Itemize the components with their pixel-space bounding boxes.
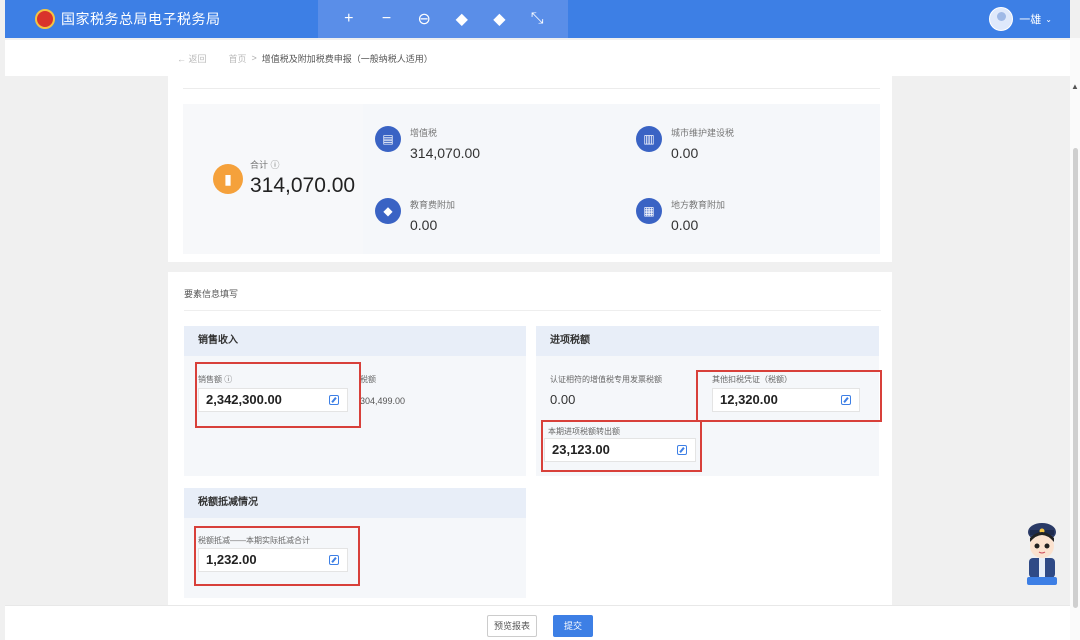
site-logo[interactable]: 国家税务总局电子税务局 [35,9,221,29]
total-block: ▮ 合计 ⓘ 314,070.00 [183,104,363,254]
certified-invoice-label: 认证相符的增值税专用发票税额 [550,375,662,384]
stat-vat: ▤ 增值税 314,070.00 [375,126,480,161]
stat-label: 城市维护建设税 [671,128,735,138]
brand-title: 国家税务总局电子税务局 [61,11,221,27]
rotate-left-icon[interactable]: ◆ [451,9,473,29]
receipt-icon: ▤ [375,126,401,152]
rotate-right-icon[interactable]: ◆ [488,9,510,29]
stat-value: 0.00 [410,217,438,233]
total-value: 314,070.00 [250,174,356,197]
footer-action-bar: 预览报表 提交 [5,605,1070,640]
divider [184,310,881,311]
tax-amount-label: 税额 [360,375,376,384]
zoom-out-icon[interactable]: − [375,10,397,28]
breadcrumb-separator: > [251,53,257,63]
user-menu[interactable]: 一雄 ⌄ [989,7,1052,31]
tax-amount-value: 304,499.00 [360,396,406,406]
breadcrumb: ← 返回 首页 > 增值税及附加税费申报（一般纳税人适用） [5,40,1070,76]
highlight-box [541,420,702,472]
panel-title: 进项税额 [536,326,879,356]
graduation-cap-icon: ◆ [375,198,401,224]
stat-label: 教育费附加 [410,200,456,210]
stat-label: 增值税 [410,128,438,138]
top-header: 国家税务总局电子税务局 + − ⊖ ◆ ◆ ⤡ 一雄 ⌄ [5,0,1070,38]
page-scrollbar[interactable]: ▲ [1070,38,1080,640]
scroll-up-icon[interactable]: ▲ [1071,82,1079,91]
panel-title: 税额抵减情况 [184,488,526,518]
total-label: 合计 ⓘ [250,160,280,170]
preview-report-button[interactable]: 预览报表 [487,615,537,637]
avatar[interactable] [989,7,1014,31]
image-viewer-toolbar: + − ⊖ ◆ ◆ ⤡ [318,0,568,38]
stat-local-education: ▦ 地方教育附加 0.00 [636,198,725,233]
breadcrumb-home[interactable]: 首页 [229,52,247,65]
chevron-down-icon: ⌄ [1045,14,1052,24]
stat-value: 0.00 [671,217,699,233]
user-name: 一雄 [1019,14,1042,26]
section-gap [168,262,892,272]
main-content: ▮ 合计 ⓘ 314,070.00 ▤ 增值税 314,070.00 ▥ 城市维… [168,76,892,606]
panel-title: 销售收入 [184,326,526,356]
magnifier-icon[interactable]: ⊖ [413,9,435,29]
stat-value: 314,070.00 [410,145,481,161]
section-title: 要素信息填写 [184,289,239,299]
stat-label: 地方教育附加 [671,200,726,210]
divider [183,88,880,89]
assistant-mascot-icon[interactable] [1021,520,1063,588]
back-link[interactable]: ← 返回 [177,52,207,65]
highlight-box [696,370,882,422]
stat-education-surcharge: ◆ 教育费附加 0.00 [375,198,455,233]
submit-button[interactable]: 提交 [553,615,593,637]
stat-value: 0.00 [671,145,699,161]
certified-invoice-value: 0.00 [550,392,576,407]
highlight-box [195,362,361,428]
building-icon: ▥ [636,126,662,152]
highlight-box [194,526,360,586]
scrollbar-thumb[interactable] [1073,148,1078,608]
zoom-in-icon[interactable]: + [338,10,360,28]
book-icon: ▦ [636,198,662,224]
bar-chart-icon: ▮ [213,164,243,194]
breadcrumb-current: 增值税及附加税费申报（一般纳税人适用） [261,53,433,64]
tax-summary-card: ▮ 合计 ⓘ 314,070.00 ▤ 增值税 314,070.00 ▥ 城市维… [183,104,880,254]
stat-urban-tax: ▥ 城市维护建设税 0.00 [636,126,734,161]
fit-screen-icon[interactable]: ⤡ [526,10,548,28]
tax-emblem-icon [35,9,55,29]
